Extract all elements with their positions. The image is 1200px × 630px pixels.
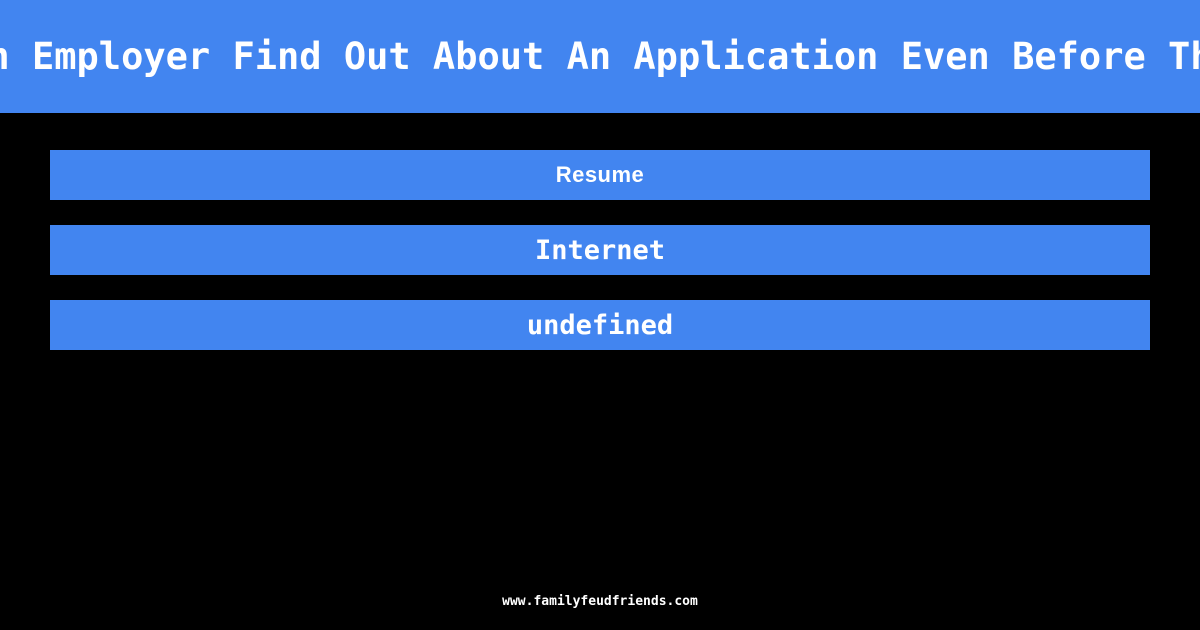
answer-board: Resume Internet undefined (0, 113, 1200, 573)
answer-label-3: undefined (526, 309, 674, 341)
answer-card-1[interactable]: Resume (50, 150, 1150, 200)
answer-card-3[interactable]: undefined (50, 300, 1150, 350)
site-url: www.familyfeudfriends.com (502, 594, 698, 609)
footer: www.familyfeudfriends.com (0, 573, 1200, 630)
answer-card-2[interactable]: Internet (50, 225, 1150, 275)
question-banner: How Might An Employer Find Out About An … (0, 0, 1200, 113)
question-text: How Might An Employer Find Out About An … (0, 35, 1200, 78)
answer-label-1: Resume (555, 162, 645, 187)
answer-label-2: Internet (534, 234, 666, 266)
